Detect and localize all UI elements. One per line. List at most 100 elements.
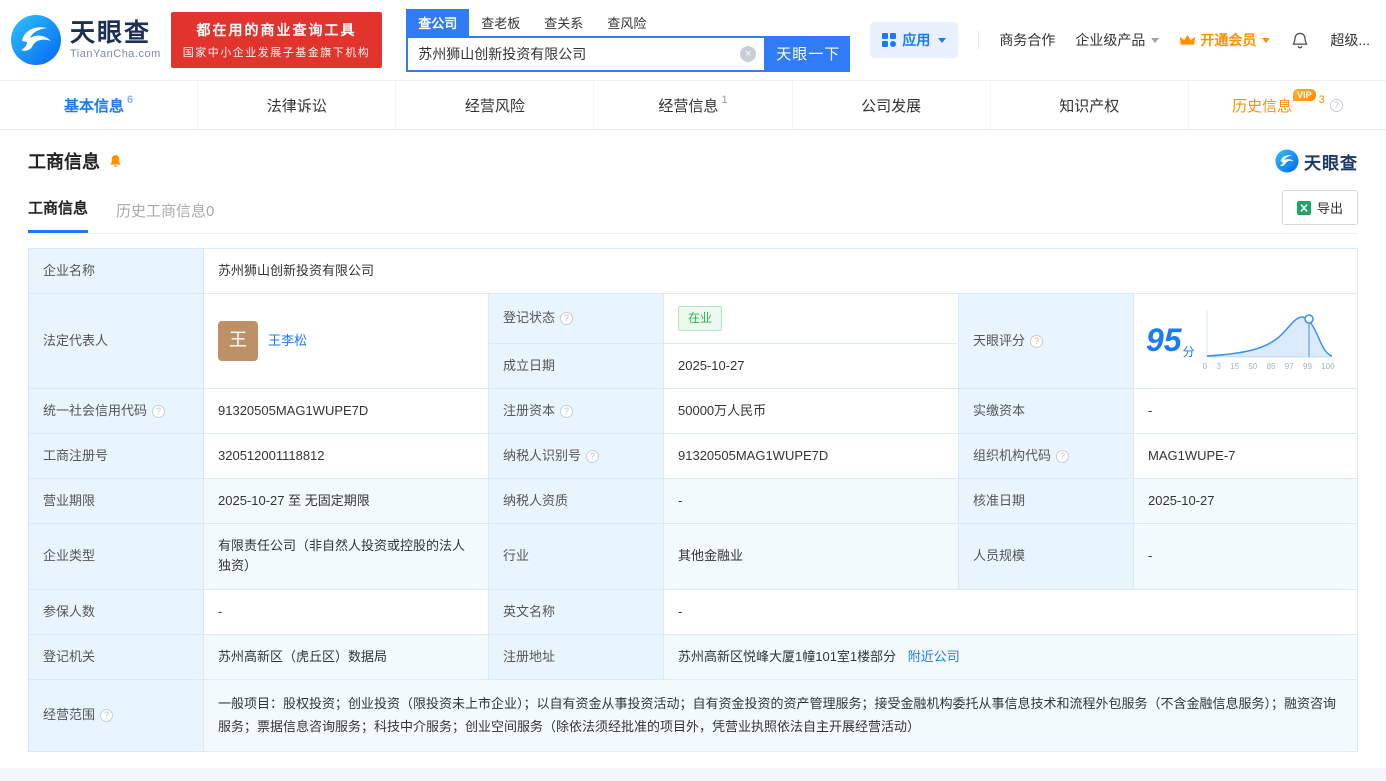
taxpayer-id-value: 91320505MAG1WUPE7D [663,433,959,480]
help-icon[interactable]: ? [586,450,600,464]
search-tab-company[interactable]: 查公司 [406,8,470,36]
field-label: 注册地址 [488,633,664,680]
status-badge: 在业 [678,306,723,331]
search-input[interactable] [418,45,741,62]
tab-intellectual-property[interactable]: 知识产权 [989,81,1188,129]
open-membership-menu[interactable]: 开通会员 [1179,30,1271,50]
score-distribution-chart: 0 3 15 50 85 97 99 100 [1203,308,1335,373]
field-label: 企业名称 [28,247,204,295]
field-label: 法定代表人 [28,293,204,389]
tick: 85 [1266,362,1276,372]
export-label: 导出 [1316,201,1343,216]
row-business-scope: 经营范围? 一般项目：股权投资；创业投资（限投资未上市企业）；以自有资金从事投资… [28,678,1358,752]
apps-menu[interactable]: 应用 [870,22,959,58]
field-label: 参保人数 [28,588,204,635]
paid-capital-value: - [1133,387,1358,435]
tab-count: 3 [1318,94,1325,106]
business-cooperation-link[interactable]: 商务合作 [999,30,1055,50]
row-reg-number: 工商注册号 320512001118812 纳税人识别号? 91320505MA… [28,433,1358,480]
promo-line2: 国家中小企业发展子基金旗下机构 [182,47,371,59]
registry-value: 苏州高新区（虎丘区）数据局 [203,633,489,680]
super-vip-link[interactable]: 超级... [1330,30,1370,50]
business-info-table: 企业名称 苏州狮山创新投资有限公司 法定代表人 王 王李松 登记状态? 在业 天… [28,247,1358,752]
enterprise-products-menu[interactable]: 企业级产品 [1075,30,1160,50]
company-name-value: 苏州狮山创新投资有限公司 [203,247,1358,295]
page-bottom-strip [0,767,1386,781]
label-text: 企业名称 [43,263,96,278]
tab-legal-proceedings[interactable]: 法律诉讼 [197,81,395,129]
field-label: 行业 [488,523,664,590]
label-text: 实缴资本 [973,402,1026,418]
row-legal-rep: 法定代表人 王 王李松 登记状态? 在业 天眼评分? 95分 0 3 15 50… [28,293,1358,389]
brand-logo[interactable]: 天眼查 TianYanCha.com [10,14,161,66]
score-curve [1206,310,1332,358]
label-text: 核准日期 [973,493,1026,509]
tab-operating-info[interactable]: 经营信息 1 [593,81,791,129]
monitor-bell-button[interactable] [108,153,123,169]
help-icon[interactable]: ? [152,404,166,418]
taxpayer-quality-value: - [663,478,959,525]
field-label: 经营范围? [28,678,204,752]
subtab-business-info[interactable]: 工商信息 [28,197,89,233]
label-text: 统一社会信用代码 [43,402,148,418]
row-company-type: 企业类型 有限责任公司（非自然人投资或控股的法人独资） 行业 其他金融业 人员规… [28,523,1358,590]
staff-size-value: - [1133,523,1358,590]
search-tab-relation[interactable]: 查关系 [532,9,595,36]
label-text: 英文名称 [503,603,556,619]
caret-down-icon [938,37,947,43]
notifications-button[interactable] [1290,29,1310,51]
label-text: 组织机构代码 [973,448,1052,464]
row-insured-count: 参保人数 - 英文名称 - [28,588,1358,635]
score-axis-ticks: 0 3 15 50 85 97 99 100 [1203,361,1335,373]
tianyancha-company-page: 天眼查 TianYanCha.com 都在用的商业查询工具 国家中小企业发展子基… [0,0,1386,781]
label-text: 人员规模 [973,548,1026,564]
subtab-history-business-info[interactable]: 历史工商信息0 [116,200,214,233]
tab-history-info[interactable]: 历史信息 VIP 3 ? [1187,81,1386,129]
legal-rep-avatar[interactable]: 王 [218,321,258,361]
reg-status-cell: 在业 [663,293,959,344]
row-credit-code: 统一社会信用代码? 91320505MAG1WUPE7D 注册资本? 50000… [28,387,1358,435]
search-submit-button[interactable]: 天眼一下 [766,35,851,72]
tick: 97 [1284,362,1294,372]
field-label: 实缴资本 [958,387,1134,435]
help-icon[interactable]: ? [560,404,574,418]
business-term-value: 2025-10-27 至 无固定期限 [203,478,489,525]
tick: 99 [1303,362,1312,372]
label-text: 营业期限 [43,493,96,509]
insured-count-value: - [203,588,489,635]
legal-rep-link[interactable]: 王李松 [268,331,307,351]
help-icon[interactable]: ? [100,709,114,723]
header-nav: 应用 商务合作 企业级产品 开通会员 超级... [870,22,1370,58]
score-cell: 95分 0 3 15 50 85 97 99 100 [1133,293,1358,389]
excel-icon [1296,200,1311,215]
label-text: 注册地址 [503,648,556,664]
label-text: 注册资本 [503,402,556,418]
watermark-text: 天眼查 [1304,153,1358,173]
tab-count: 1 [721,94,728,106]
label-text: 法定代表人 [43,332,109,348]
export-button[interactable]: 导出 [1281,190,1358,225]
search-tab-boss[interactable]: 查老板 [469,9,532,36]
tab-company-development[interactable]: 公司发展 [791,81,990,129]
label-text: 登记状态 [503,310,556,326]
help-icon[interactable]: ? [1030,334,1044,348]
label-text: 行业 [503,548,530,564]
tab-basic-info[interactable]: 基本信息 6 [0,81,197,129]
membership-label: 开通会员 [1200,32,1257,48]
tab-operating-risk[interactable]: 经营风险 [395,81,593,129]
help-icon[interactable]: ? [1056,450,1070,464]
approval-date-value: 2025-10-27 [1133,478,1358,525]
help-icon[interactable]: ? [1329,98,1343,112]
help-icon[interactable]: ? [560,312,574,326]
search-tabs: 查公司 查老板 查关系 查风险 [406,8,850,36]
section-header: 工商信息 天眼查 [28,148,1358,174]
clear-search-icon[interactable]: × [740,45,757,62]
nearby-companies-link[interactable]: 附近公司 [908,649,960,664]
score-unit: 分 [1182,345,1195,360]
reg-capital-value: 50000万人民币 [663,387,959,435]
label-text: 参保人数 [43,603,96,619]
search-tab-risk[interactable]: 查风险 [595,9,658,36]
address-value: 苏州高新区悦峰大厦1幢101室1楼部分 [678,648,897,664]
score-value: 95 [1146,322,1182,359]
label-text: 工商注册号 [43,448,109,464]
